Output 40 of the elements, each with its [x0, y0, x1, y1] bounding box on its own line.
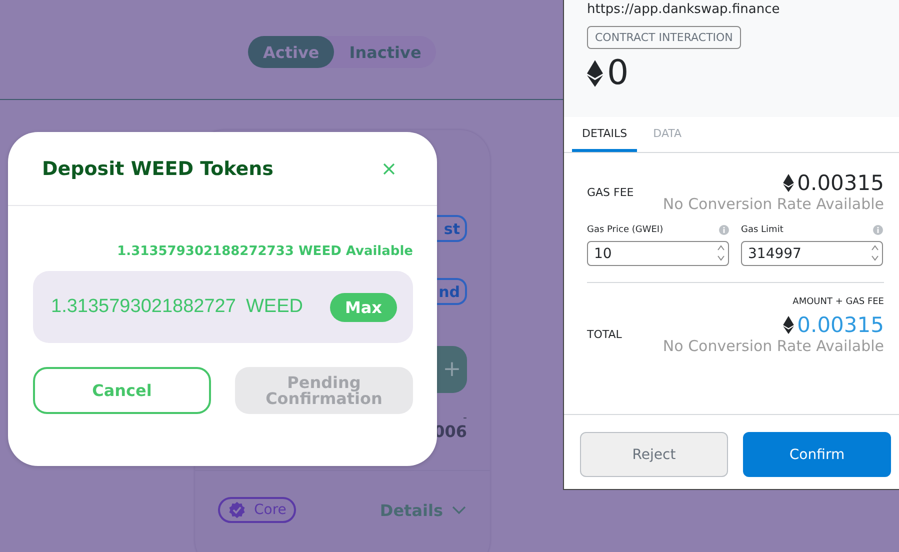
spinner-icon[interactable]	[871, 243, 879, 263]
field-label: Gas Limit	[741, 225, 784, 235]
cancel-button[interactable]: Cancel	[33, 367, 211, 414]
spinner-icon[interactable]	[717, 243, 725, 263]
ethereum-icon	[783, 174, 794, 192]
filter-tab[interactable]: Active	[248, 36, 334, 68]
add-button[interactable]: +	[437, 346, 467, 393]
verified-icon	[228, 501, 246, 519]
info-icon	[873, 225, 883, 235]
total-hint: AMOUNT + GAS FEE	[792, 297, 884, 307]
details-tab[interactable]: DATA	[643, 117, 692, 152]
total-value: 0.00315	[797, 313, 884, 337]
filter-tab[interactable]: Inactive	[334, 36, 436, 68]
dialog-title: Deposit WEED Tokens	[42, 158, 274, 180]
amount-input[interactable]: 1.3135793021882727	[51, 296, 246, 318]
conversion-text: No Conversion Rate Available	[662, 195, 884, 213]
close-icon[interactable]	[383, 162, 395, 174]
details-button[interactable]: Details	[380, 500, 466, 520]
ethereum-icon	[587, 60, 603, 86]
dash-text: -	[463, 413, 467, 423]
reject-button[interactable]: Reject	[580, 432, 728, 477]
available-balance: 1.313579302188272733 WEED Available	[117, 244, 413, 259]
transaction-tag: CONTRACT INTERACTION	[587, 26, 741, 49]
origin-url: https://app.dankswap.finance	[587, 2, 780, 17]
total-label: TOTAL	[587, 328, 622, 340]
number-input[interactable]: 314997	[741, 241, 883, 266]
unit-label: WEED	[246, 296, 304, 318]
max-button[interactable]: Max	[330, 292, 397, 322]
info-icon	[719, 225, 729, 235]
gas-fee-label: GAS FEE	[587, 186, 634, 198]
ethereum-icon	[783, 316, 794, 334]
details-tab[interactable]: DETAILS	[572, 117, 638, 152]
badge-label: Core	[254, 502, 286, 518]
amount-value: 0	[607, 53, 629, 93]
number-input[interactable]: 10	[587, 241, 729, 266]
confirm-button[interactable]: Confirm	[743, 432, 891, 477]
conversion-text: No Conversion Rate Available	[662, 337, 884, 355]
gas-fee-value: 0.00315	[797, 171, 884, 195]
chevron-icon	[452, 506, 466, 514]
field-label: Gas Price (GWEI)	[587, 225, 664, 235]
